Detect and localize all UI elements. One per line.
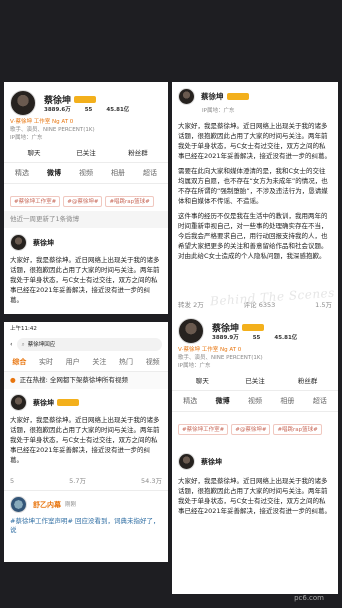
repost-button[interactable]: 5 (10, 477, 14, 486)
tab-video[interactable]: 视频 (70, 168, 102, 178)
post-author: 舒乙内幕 (33, 500, 61, 509)
following-count: 55 (252, 334, 261, 341)
avatar (10, 496, 27, 513)
tab-supertopic[interactable]: 超话 (304, 396, 336, 406)
hot-fire-icon: ● (10, 376, 16, 384)
search-input[interactable]: 蔡徐坤回应 (28, 341, 56, 349)
search-icon: ⌕ (21, 341, 25, 348)
verified-text: V·蔡徐坤 工作室 Ng AT 0 (178, 347, 242, 353)
repost-button[interactable]: 转发 2万 (178, 301, 204, 310)
back-icon[interactable]: ‹ (10, 340, 13, 349)
tag-chip[interactable]: #@蔡徐坤# (63, 196, 103, 207)
fan-group-button[interactable]: 粉丝群 (281, 373, 334, 387)
avatar (10, 394, 27, 411)
post-author: 蔡徐坤 (201, 92, 224, 101)
tab-weibo[interactable]: 微博 (38, 168, 70, 178)
watermark: pc6.com (294, 594, 324, 602)
followers-count: 3889.6万 (44, 106, 71, 113)
post-text-mid: 需要在此向大家和媒体澄清的是，我和C女士的交往均属双方自愿，也不存在“女方为未成… (178, 167, 328, 205)
following-count: 55 (84, 106, 93, 113)
hot-search-text[interactable]: 正在热搜: 全网都下架蔡徐坤所有视频 (20, 376, 128, 385)
bio-text: 歌手、演员、NINE PERCENT(1K) (178, 355, 263, 361)
post-text: #蔡徐坤工作室声明# 回应没看到，词典未指好了，说 (10, 517, 160, 534)
verified-text: V·蔡徐坤 工作室 Ng AT 0 (10, 119, 74, 125)
avatar (178, 88, 195, 105)
post-text-end: 这件事的经历不仅是我在生活中的教训，我用两年的时间重新审视自己，对一些事的处理确… (178, 212, 328, 260)
likes-count: 45.81亿 (106, 106, 130, 113)
followers-count: 3889.9万 (212, 334, 239, 341)
follow-button[interactable]: 已关注 (60, 145, 112, 159)
tab-video[interactable]: 视频 (239, 396, 271, 406)
post-text: 大家好，我是蔡徐坤。近日网络上出现关于我的诸多话题，很抱歉因此占用了大家的时间与… (178, 122, 332, 160)
panel-search-left: 上午11:42 ‹ ⌕ 蔡徐坤回应 综合 实时 用户 关注 热门 视频 ● 正在… (4, 322, 168, 562)
profile-tabs: 精选 微博 视频 相册 超话 (4, 163, 168, 183)
tag-chip[interactable]: #蔡徐坤工作室# (178, 424, 229, 435)
post-author: 蔡徐坤 (33, 398, 54, 407)
bio-text: 歌手、演员、NINE PERCENT(1K) (10, 127, 95, 133)
like-button[interactable]: 54.3万 (141, 477, 162, 486)
post-author: 蔡徐坤 (201, 457, 222, 466)
search-tab[interactable]: 综合 (6, 357, 33, 367)
panel-profile-right: 蔡徐坤 3889.9万 55 45.81亿 V·蔡徐坤 工作室 Ng AT 0 … (172, 312, 338, 594)
ip-location: IP属地：广东 (202, 108, 235, 114)
post-text: 大家好，我是蔡徐坤。近日网络上出现关于我的诸多话题，很抱歉因此占用了大家的时间与… (10, 416, 160, 464)
tab-featured[interactable]: 精选 (174, 396, 206, 406)
tab-album[interactable]: 相册 (102, 168, 134, 178)
tag-chip[interactable]: #蔡徐坤工作室# (10, 196, 61, 207)
tag-chip[interactable]: #唱跳rap篮球# (105, 196, 154, 207)
ip-location: IP属地：广东 (10, 135, 43, 141)
vip-badge-icon (74, 95, 97, 103)
search-tab[interactable]: 实时 (33, 357, 60, 367)
profile-name: 蔡徐坤 (44, 95, 72, 106)
post-author: 蔡徐坤 (33, 238, 54, 247)
post-date: 刚刚 (65, 501, 77, 508)
avatar (178, 453, 195, 470)
panel-post-right: 蔡徐坤 IP属地：广东 大家好，我是蔡徐坤。近日网络上出现关于我的诸多话题，很抱… (172, 82, 338, 314)
vip-badge-icon (226, 93, 249, 100)
search-tab[interactable]: 关注 (86, 357, 113, 367)
chat-button[interactable]: 聊天 (8, 145, 60, 159)
tab-weibo[interactable]: 微博 (206, 396, 238, 406)
ip-location: IP属地：广东 (178, 363, 211, 369)
profile-name: 蔡徐坤 (212, 323, 240, 334)
like-button[interactable]: 1.5万 (315, 301, 332, 310)
comment-button[interactable]: 5.7万 (69, 477, 86, 486)
tag-chip[interactable]: #@蔡徐坤# (231, 424, 271, 435)
avatar (10, 234, 27, 251)
search-tab[interactable]: 视频 (139, 357, 166, 367)
post-text: 大家好，我是蔡徐坤。近日网络上出现关于我的诸多话题，很抱歉因此占用了大家的时间与… (10, 256, 160, 304)
chat-button[interactable]: 聊天 (176, 373, 229, 387)
tag-chip[interactable]: #唱跳rap篮球# (273, 424, 322, 435)
likes-count: 45.81亿 (274, 334, 298, 341)
follow-button[interactable]: 已关注 (229, 373, 282, 387)
tab-supertopic[interactable]: 超话 (134, 168, 166, 178)
refresh-note[interactable]: 他近一周更新了1条微博 (4, 211, 168, 228)
avatar[interactable] (178, 318, 204, 344)
panel-profile-left: 蔡徐坤 3889.6万 55 45.81亿 V·蔡徐坤 工作室 Ng AT 0 … (4, 82, 168, 314)
search-tab[interactable]: 用户 (59, 357, 86, 367)
avatar[interactable] (10, 90, 36, 116)
fan-group-button[interactable]: 粉丝群 (112, 145, 164, 159)
search-tab[interactable]: 热门 (113, 357, 140, 367)
post-text: 大家好，我是蔡徐坤。近日网络上出现关于我的诸多话题，很抱歉因此占用了大家的时间与… (178, 477, 332, 515)
tab-album[interactable]: 相册 (271, 396, 303, 406)
vip-badge-icon (242, 323, 265, 331)
vip-badge-icon (57, 399, 79, 406)
tab-featured[interactable]: 精选 (6, 168, 38, 178)
status-time: 上午11:42 (10, 326, 37, 332)
